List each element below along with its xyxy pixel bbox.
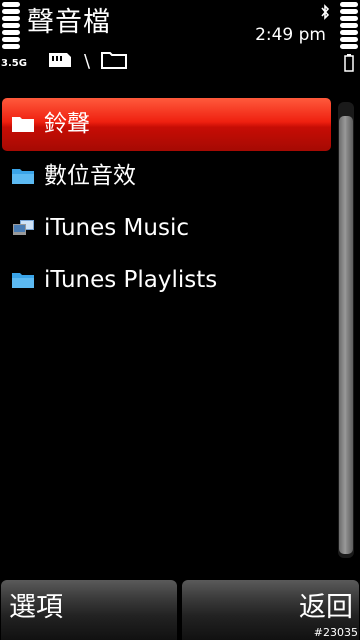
list-item-digital-sounds[interactable]: 數位音效	[0, 150, 334, 202]
list-item-label: iTunes Playlists	[44, 267, 218, 293]
list-item-label: 鈴聲	[44, 111, 90, 137]
options-softkey[interactable]: 選項	[1, 580, 177, 640]
options-softkey-label: 選項	[9, 592, 63, 623]
folder-icon	[10, 113, 36, 135]
battery-level-icon	[340, 2, 358, 49]
scrollbar[interactable]	[338, 102, 354, 558]
list-item-itunes-music[interactable]: iTunes Music	[0, 202, 334, 254]
page-title: 聲音檔	[27, 7, 111, 38]
media-folder-icon	[10, 217, 36, 239]
list-item-label: 數位音效	[44, 163, 136, 189]
image-id-label: #23035	[313, 626, 358, 639]
folder-icon	[10, 165, 36, 187]
clock: 2:49 pm	[255, 25, 326, 45]
path-separator: \	[84, 51, 91, 72]
signal-strength-icon	[2, 2, 20, 49]
list-item-itunes-playlists[interactable]: iTunes Playlists	[0, 254, 334, 306]
network-type-label: 3.5G	[1, 58, 27, 69]
folder-icon	[100, 50, 128, 74]
back-softkey-label: 返回	[299, 592, 353, 623]
file-list: 鈴聲 數位音效 iTunes Music iTunes Playlists	[0, 98, 334, 306]
bluetooth-icon	[320, 4, 330, 24]
breadcrumb: \	[48, 51, 128, 73]
list-item-ringtones[interactable]: 鈴聲	[0, 98, 334, 151]
list-item-label: iTunes Music	[44, 215, 189, 241]
scrollbar-thumb[interactable]	[339, 116, 353, 554]
memory-card-icon	[48, 52, 72, 72]
folder-icon	[10, 269, 36, 291]
battery-icon	[344, 54, 354, 76]
